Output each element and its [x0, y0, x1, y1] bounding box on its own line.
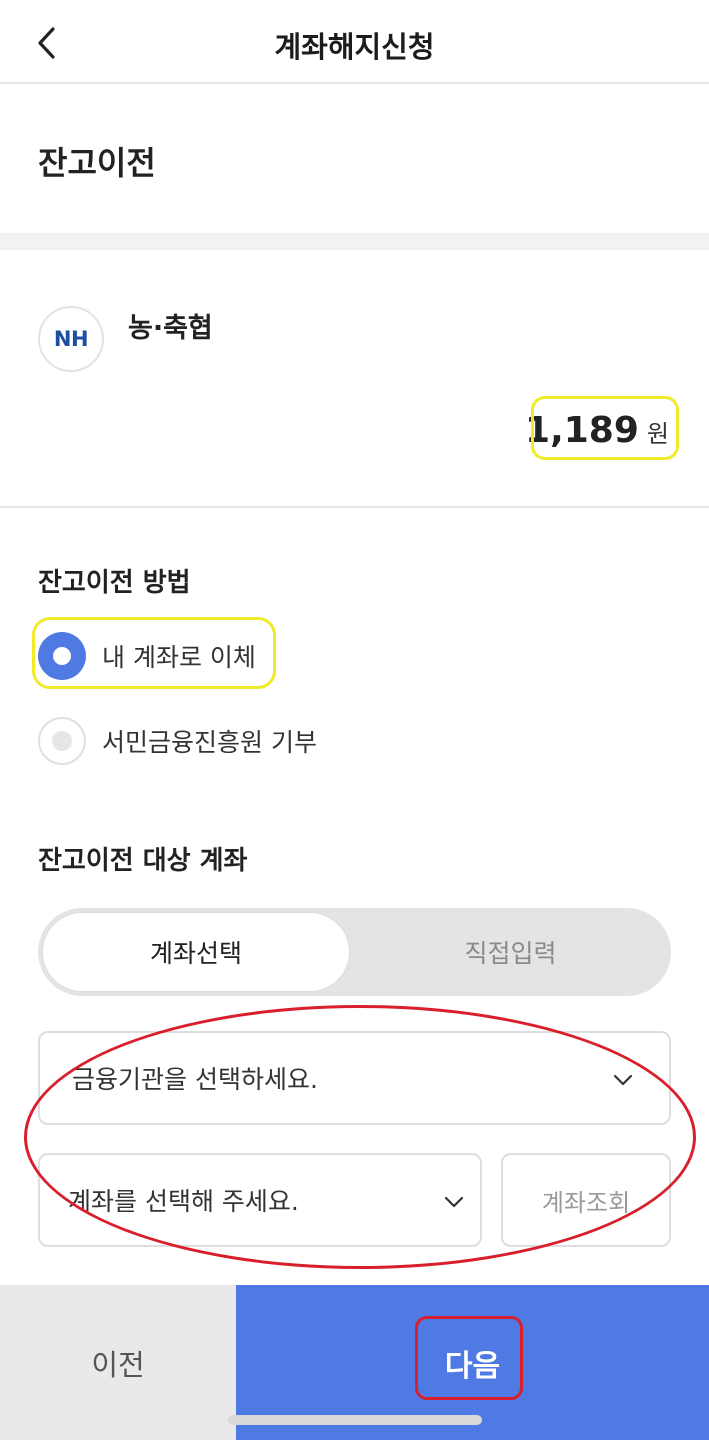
tab-direct-input[interactable]: 직접입력: [354, 912, 667, 992]
divider: [0, 506, 709, 508]
section-divider-band: [0, 233, 709, 250]
radio-dot: [52, 731, 72, 751]
home-indicator: [228, 1415, 482, 1425]
radio-unchecked-icon[interactable]: [38, 717, 86, 765]
next-highlight-annotation: [415, 1316, 523, 1400]
option-highlight-annotation: [32, 617, 276, 689]
page-title: 계좌해지신청: [274, 30, 435, 64]
radio-label-donation: 서민금융진흥원 기부: [102, 728, 317, 757]
inputs-highlight-annotation: [24, 1005, 696, 1269]
balance-highlight-annotation: [531, 396, 679, 460]
nh-bank-logo-icon: NH: [38, 306, 104, 372]
radio-option-donation[interactable]: 서민금융진흥원 기부: [38, 717, 317, 765]
account-termination-screen: 계좌해지신청 잔고이전 NH 농·축협 1,189 원 잔고이전 방법 내 계좌…: [0, 0, 709, 1440]
target-account-title: 잔고이전 대상 계좌: [38, 846, 248, 876]
bank-name: 농·축협: [128, 313, 213, 344]
section-title: 잔고이전: [38, 144, 156, 182]
account-input-mode-tabs: 계좌선택 직접입력: [38, 908, 671, 996]
tab-select-account[interactable]: 계좌선택: [42, 912, 350, 992]
method-title: 잔고이전 방법: [38, 568, 191, 598]
previous-button[interactable]: 이전: [0, 1285, 236, 1440]
app-header: 계좌해지신청: [0, 0, 709, 84]
